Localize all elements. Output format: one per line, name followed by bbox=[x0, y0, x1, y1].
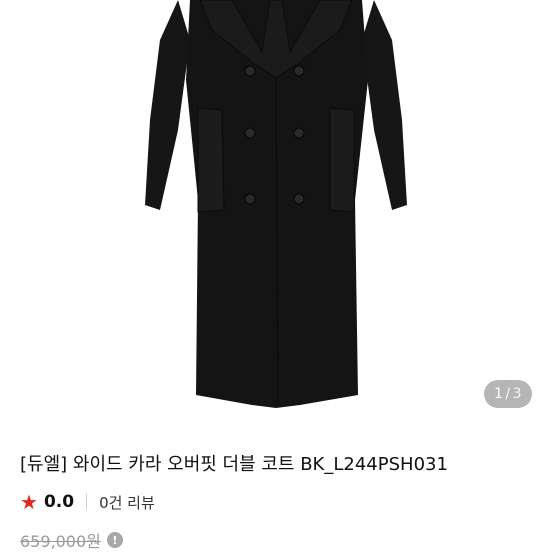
coat-button bbox=[293, 127, 305, 139]
coat-button bbox=[244, 65, 256, 77]
original-price: 659,000원 bbox=[20, 532, 101, 551]
gallery-page-indicator: 1 / 3 bbox=[484, 380, 532, 408]
price-row: 659,000원 ! bbox=[20, 528, 123, 552]
gallery-current: 1 bbox=[493, 386, 504, 402]
coat-button bbox=[244, 193, 256, 205]
star-icon: ★ bbox=[20, 490, 38, 514]
coat-button bbox=[293, 193, 305, 205]
gallery-separator: / bbox=[505, 386, 511, 402]
product-title[interactable]: [듀엘] 와이드 카라 오버핏 더블 코트 BK_L244PSH031 bbox=[20, 450, 448, 476]
gallery-total: 3 bbox=[512, 386, 523, 402]
product-image[interactable]: 1 / 3 bbox=[0, 0, 552, 425]
info-icon[interactable]: ! bbox=[106, 532, 123, 548]
coat-button bbox=[293, 65, 305, 77]
rating-row[interactable]: ★ 0.0 0건 리뷰 bbox=[20, 490, 155, 514]
divider bbox=[86, 494, 88, 510]
review-count[interactable]: 0건 리뷰 bbox=[99, 492, 155, 513]
coat-illustration bbox=[145, 0, 407, 408]
rating-value: 0.0 bbox=[43, 492, 75, 512]
coat-button bbox=[244, 127, 256, 139]
